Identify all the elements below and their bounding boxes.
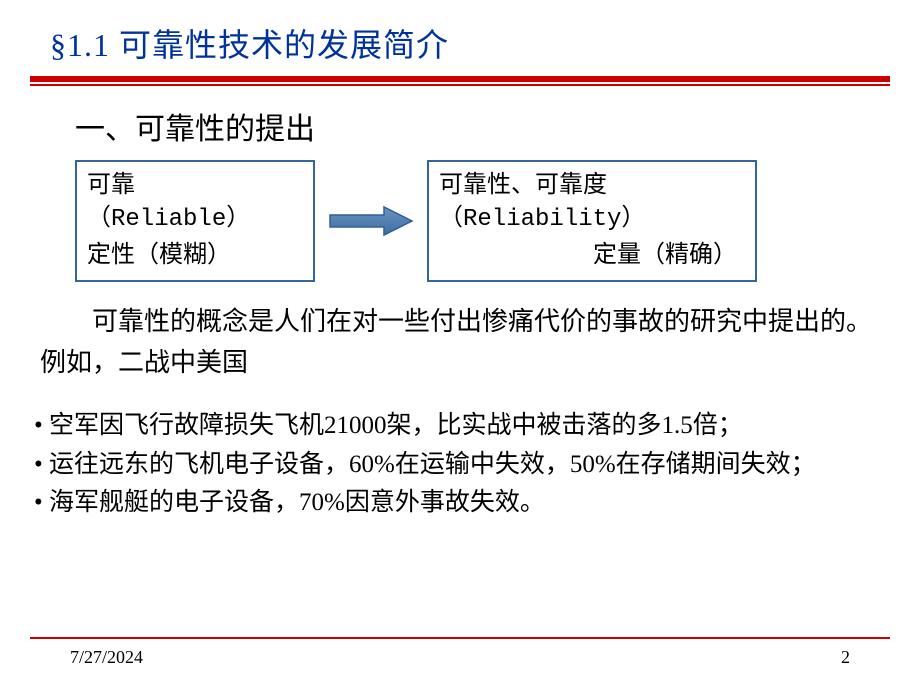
box-right-line1: 可靠性、可靠度 [439, 168, 745, 203]
bullet-list: • 空军因飞行故障损失飞机21000架，比实战中被击落的多1.5倍； • 运往远… [0, 407, 920, 523]
concept-boxes-row: 可靠 （Reliable） 定性（模糊） 可靠性、可靠度 （Reliabilit… [0, 160, 920, 282]
bullet-1: • 空军因飞行故障损失飞机21000架，比实战中被击落的多1.5倍； [34, 407, 886, 446]
footer-divider [30, 637, 890, 639]
footer: 7/27/2024 2 [0, 637, 920, 668]
bullet-2: • 运往远东的飞机电子设备，60%在运输中失效，50%在存储期间失效； [34, 446, 886, 485]
slide-title: §1.1 可靠性技术的发展简介 [0, 0, 920, 76]
arrow-right-icon [321, 203, 421, 239]
box-right-line3: 定量（精确） [439, 238, 745, 273]
box-left: 可靠 （Reliable） 定性（模糊） [75, 160, 315, 282]
body-paragraph: 可靠性的概念是人们在对一些付出惨痛代价的事故的研究中提出的。例如，二战中美国 [0, 302, 920, 383]
box-left-line3: 定性（模糊） [87, 238, 303, 273]
subheading: 一、可靠性的提出 [0, 104, 920, 148]
divider-thick [30, 76, 890, 82]
box-right-line2: （Reliability） [439, 203, 745, 238]
box-left-line1: 可靠 [87, 168, 303, 203]
box-left-line2: （Reliable） [87, 203, 303, 238]
box-right: 可靠性、可靠度 （Reliability） 定量（精确） [427, 160, 757, 282]
divider-thin [30, 84, 890, 86]
footer-date: 7/27/2024 [70, 647, 143, 668]
bullet-3: • 海军舰艇的电子设备，70%因意外事故失效。 [34, 484, 886, 523]
footer-page-number: 2 [841, 647, 850, 668]
